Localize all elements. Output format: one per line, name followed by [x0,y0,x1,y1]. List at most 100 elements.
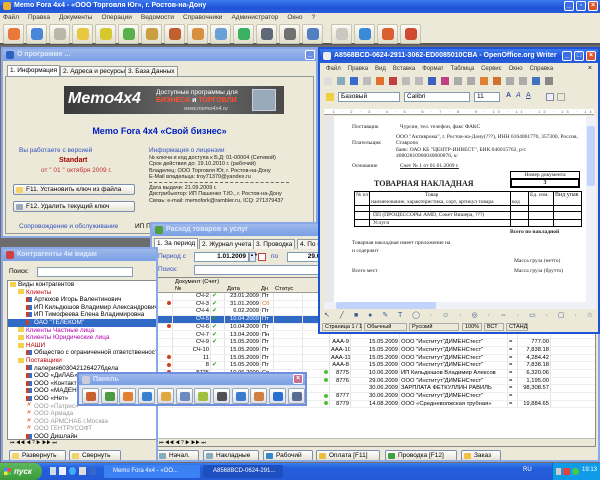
writer-menu-item[interactable]: Правка [348,66,368,72]
writer-menu-item[interactable]: Таблица [451,66,475,72]
menu-item[interactable]: Справочники [183,14,222,21]
calendar-icon[interactable] [258,253,266,261]
close-doc-button[interactable]: × [588,65,592,72]
tab-addresses[interactable]: 2. Адреса и ресурсы [60,66,128,76]
menu-item[interactable]: Документы [59,14,93,21]
tree-item[interactable]: ООО Дишлайн [8,433,77,439]
tree-item-selected[interactable]: ОАО "ТЕЛЕКОМ" [8,319,156,327]
card-button[interactable] [26,24,47,44]
start-button[interactable]: пуск [0,463,42,480]
writer-menu-item[interactable]: Сервис [481,66,502,72]
styles-icon[interactable] [326,93,334,101]
horizontal-scrollbar[interactable] [324,302,596,309]
document-button[interactable] [175,388,193,404]
folder-green-button[interactable] [194,388,212,404]
cash-register-button[interactable] [49,24,70,44]
copy-icon[interactable] [467,77,475,85]
col-date[interactable]: Дата [227,286,240,292]
redo-icon[interactable] [519,77,527,85]
expand-button[interactable]: Развернуть [9,450,66,460]
tab-database[interactable]: 3. База Данных [125,66,178,76]
task-writer[interactable]: A8568BCD-0624-291... [203,465,283,478]
tree-item[interactable]: Поставщики [8,357,62,365]
order-button[interactable]: Заказ [461,450,501,460]
font-name-select[interactable]: Calibri [404,92,470,102]
writer-menu-item[interactable]: Справка [530,66,554,72]
writer-menu-item[interactable]: Окно [509,66,523,72]
paste-icon[interactable] [480,77,488,85]
contact-button[interactable] [210,24,231,44]
tab-information[interactable]: 1. Информация [7,65,61,76]
edit-mode-icon[interactable] [376,77,384,85]
align-left-icon[interactable] [546,93,554,101]
working-button[interactable]: Рабочий [263,450,313,460]
writer-menu-item[interactable]: Вставка [393,66,415,72]
table-nav-bar[interactable]: ⏮ ◀◀ ◀ ? ▶ ▶▶ ⏭ [155,438,595,446]
autospell-icon[interactable] [441,77,449,85]
paragraph-style-select[interactable]: Базовый [338,92,400,102]
tree-item[interactable]: ООО «ДиЛАБ» [8,372,78,380]
report-chart-button[interactable] [233,24,254,44]
tree-item[interactable]: Виды контрагентов [8,281,74,289]
bold-icon[interactable]: A [506,92,511,99]
tray-icon-2[interactable] [563,468,570,475]
menu-item[interactable]: Операции [101,14,131,21]
restore-button[interactable]: ▫ [576,1,586,11]
tray-icon-3[interactable] [572,468,579,475]
binoculars-button[interactable] [256,24,277,44]
close-button[interactable]: × [588,1,598,11]
calendar-clock-button[interactable] [119,388,137,404]
new-document-button[interactable] [3,24,24,44]
new-icon[interactable] [324,77,332,85]
navigator-icon[interactable] [532,77,540,85]
date-spinner[interactable]: ▲▼ [249,252,258,262]
tree-item[interactable]: ООО «МАДЕН» [8,387,80,395]
language-indicator[interactable]: RU [523,467,532,473]
folder-button[interactable] [156,388,174,404]
tree-item[interactable]: Общество с ограниченной ответственностью [8,349,156,357]
table-row[interactable]: 11 15.05.2009 Пт ААА-11 15.05.2009 ООО "Инсти… [155,354,595,363]
folder-out-button[interactable] [95,24,116,44]
task-memo-fora[interactable]: Memo Fora 4x4 - «ОО... [104,465,200,478]
box-button[interactable] [187,24,208,44]
printer-button[interactable] [212,388,230,404]
tree-item[interactable]: ИП Кильдюшов Владимир Александрович [8,304,156,312]
email-icon[interactable] [363,77,371,85]
writer-close-button[interactable]: × [586,51,596,61]
minimize-button[interactable]: _ [564,1,574,11]
align-center-icon[interactable] [557,93,565,101]
disabled-tool-button[interactable] [331,24,352,44]
globe-button[interactable] [138,388,156,404]
tray-icon-1[interactable] [556,468,561,475]
tree-item[interactable]: ООО «Контакт» [8,380,80,388]
tree-item[interactable]: ✕ ООО Армада [8,410,73,418]
col-number[interactable]: № [175,286,181,292]
headset-button[interactable] [279,24,300,44]
tree-item[interactable]: Клиенты Частные лица [8,327,94,335]
tab-posting[interactable]: 3. Проводка [253,239,296,249]
cut-icon[interactable] [454,77,462,85]
contractors-search-input[interactable] [37,267,133,277]
payment-button[interactable]: Оплата [F11] [316,450,380,460]
table-row[interactable]: 8 ✔ 15.05.2009 Пт ААА-8 15.05.2009 ООО "Инстит… [155,362,595,370]
format-paintbrush-icon[interactable] [493,77,501,85]
menu-item[interactable]: Окно [287,14,302,21]
quick-launch-ie-icon[interactable] [69,467,76,475]
invoices-button[interactable]: Накладные [203,450,259,460]
writer-menu-item[interactable]: Файл [326,66,341,72]
font-size-select[interactable]: 11 [474,92,500,102]
underline-icon[interactable]: A [526,92,531,99]
tab-period[interactable]: 1. За период [154,238,199,249]
start-button[interactable]: Начал. [156,450,199,460]
tree-nav-bar[interactable]: ⏮ ◀◀ ◀ ? ▶ ▶▶ ⏭ [7,440,156,447]
table-row[interactable]: СЧ-10 15.05.2009 Пт ААА-10 15.05.2009 ООО "Ин… [155,346,595,355]
person-button[interactable] [250,388,268,404]
open-icon[interactable] [337,77,345,85]
tree-item[interactable]: ИП Тимофеева Елена Владимировна [8,311,144,319]
menu-item[interactable]: Файл [3,14,19,21]
col-status[interactable]: Статус [275,286,293,292]
writer-menu-item[interactable]: Формат [422,66,443,72]
save-icon[interactable] [350,77,358,85]
menu-item[interactable]: Ведомости [141,14,174,21]
delete-key-button[interactable]: F12. Удалить текущий ключ [13,201,135,212]
